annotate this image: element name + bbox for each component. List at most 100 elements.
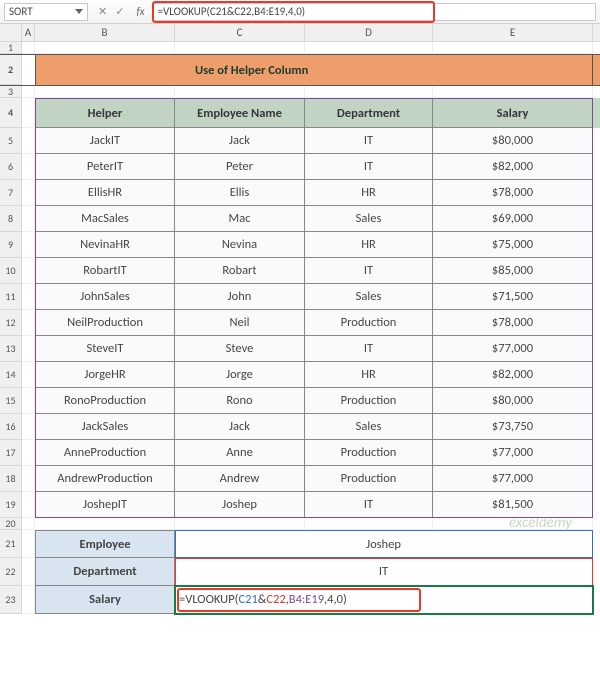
fx-icon[interactable]: fx bbox=[136, 5, 144, 18]
cell-name[interactable]: Jorge bbox=[175, 362, 305, 388]
cell-name[interactable]: Jack bbox=[175, 414, 305, 440]
cell-dept[interactable]: IT bbox=[305, 154, 433, 180]
cell-salary[interactable]: $77,000 bbox=[433, 440, 593, 466]
row-header[interactable]: 15 bbox=[0, 388, 22, 414]
cell-salary[interactable]: $77,000 bbox=[433, 466, 593, 492]
row-header[interactable]: 4 bbox=[0, 98, 22, 128]
cell-helper[interactable]: SteveIT bbox=[35, 336, 175, 362]
cell-name[interactable]: Andrew bbox=[175, 466, 305, 492]
th-helper[interactable]: Helper bbox=[35, 98, 175, 128]
row-header[interactable]: 7 bbox=[0, 180, 22, 206]
cell-helper[interactable]: NevinaHR bbox=[35, 232, 175, 258]
cell-name[interactable]: John bbox=[175, 284, 305, 310]
cell-name[interactable]: Joshep bbox=[175, 492, 305, 518]
row-header[interactable]: 18 bbox=[0, 466, 22, 492]
spreadsheet-grid[interactable]: A B C D E 1 2 Use of Helper Column 3 4 H… bbox=[0, 24, 600, 614]
cell-name[interactable]: Anne bbox=[175, 440, 305, 466]
row-header[interactable]: 2 bbox=[0, 55, 22, 85]
cell-salary[interactable]: $73,750 bbox=[433, 414, 593, 440]
cell-name[interactable]: Peter bbox=[175, 154, 305, 180]
cell-helper[interactable]: RonoProduction bbox=[35, 388, 175, 414]
cell-helper[interactable]: JackSales bbox=[35, 414, 175, 440]
row-header[interactable]: 20 bbox=[0, 518, 22, 530]
cell-salary[interactable]: $75,000 bbox=[433, 232, 593, 258]
cell-helper[interactable]: PeterIT bbox=[35, 154, 175, 180]
cell-dept[interactable]: HR bbox=[305, 180, 433, 206]
cell-name[interactable]: Rono bbox=[175, 388, 305, 414]
cell-dept[interactable]: IT bbox=[305, 336, 433, 362]
cell-helper[interactable]: JorgeHR bbox=[35, 362, 175, 388]
val-salary-formula[interactable]: =VLOOKUP(C21&C22,B4:E19,4,0) bbox=[175, 586, 593, 614]
cell-helper[interactable]: RobartIT bbox=[35, 258, 175, 284]
row-header[interactable]: 13 bbox=[0, 336, 22, 362]
th-salary[interactable]: Salary bbox=[433, 98, 593, 128]
lbl-employee[interactable]: Employee bbox=[35, 530, 175, 558]
row-header[interactable]: 12 bbox=[0, 310, 22, 336]
cell-name[interactable]: Mac bbox=[175, 206, 305, 232]
cell-name[interactable]: Nevina bbox=[175, 232, 305, 258]
cell-dept[interactable]: Sales bbox=[305, 284, 433, 310]
col-header-a[interactable]: A bbox=[22, 24, 35, 41]
cell-salary[interactable]: $85,000 bbox=[433, 258, 593, 284]
cell-helper[interactable]: JackIT bbox=[35, 128, 175, 154]
name-box[interactable]: SORT bbox=[4, 3, 88, 21]
row-header[interactable]: 21 bbox=[0, 530, 22, 558]
cell-salary[interactable]: $80,000 bbox=[433, 388, 593, 414]
accept-icon[interactable]: ✓ bbox=[115, 5, 124, 18]
th-dept[interactable]: Department bbox=[305, 98, 433, 128]
cell-helper[interactable]: EllisHR bbox=[35, 180, 175, 206]
chevron-down-icon[interactable] bbox=[75, 9, 83, 14]
cell-name[interactable]: Ellis bbox=[175, 180, 305, 206]
col-header-e[interactable]: E bbox=[433, 24, 593, 41]
cell-helper[interactable]: JohnSales bbox=[35, 284, 175, 310]
row-header[interactable]: 14 bbox=[0, 362, 22, 388]
cell-salary[interactable]: $78,000 bbox=[433, 310, 593, 336]
cell-salary[interactable]: $78,000 bbox=[433, 180, 593, 206]
row-header[interactable]: 9 bbox=[0, 232, 22, 258]
row-header[interactable]: 3 bbox=[0, 86, 22, 98]
cell-dept[interactable]: IT bbox=[305, 492, 433, 518]
cell-helper[interactable]: MacSales bbox=[35, 206, 175, 232]
row-header[interactable]: 23 bbox=[0, 586, 22, 614]
row-header[interactable]: 19 bbox=[0, 492, 22, 518]
cell-dept[interactable]: IT bbox=[305, 258, 433, 284]
cell-dept[interactable]: HR bbox=[305, 362, 433, 388]
row-header[interactable]: 8 bbox=[0, 206, 22, 232]
row-header[interactable]: 11 bbox=[0, 284, 22, 310]
val-department[interactable]: IT bbox=[175, 558, 593, 586]
cell-dept[interactable]: IT bbox=[305, 128, 433, 154]
cell-name[interactable]: Neil bbox=[175, 310, 305, 336]
row-header[interactable]: 16 bbox=[0, 414, 22, 440]
col-header-d[interactable]: D bbox=[305, 24, 433, 41]
cell-helper[interactable]: JoshepIT bbox=[35, 492, 175, 518]
cell-salary[interactable]: $77,000 bbox=[433, 336, 593, 362]
row-header[interactable]: 17 bbox=[0, 440, 22, 466]
col-header-b[interactable]: B bbox=[35, 24, 175, 41]
row-header[interactable]: 6 bbox=[0, 154, 22, 180]
cell-dept[interactable]: Production bbox=[305, 440, 433, 466]
cell-name[interactable]: Steve bbox=[175, 336, 305, 362]
cell-dept[interactable]: Sales bbox=[305, 414, 433, 440]
cell-dept[interactable]: HR bbox=[305, 232, 433, 258]
col-header-c[interactable]: C bbox=[175, 24, 305, 41]
cell-salary[interactable]: $80,000 bbox=[433, 128, 593, 154]
row-header[interactable]: 22 bbox=[0, 558, 22, 586]
cell-salary[interactable]: $82,000 bbox=[433, 362, 593, 388]
cell-dept[interactable]: Production bbox=[305, 388, 433, 414]
cell-name[interactable]: Robart bbox=[175, 258, 305, 284]
lbl-department[interactable]: Department bbox=[35, 558, 175, 586]
row-header[interactable]: 10 bbox=[0, 258, 22, 284]
row-header[interactable]: 1 bbox=[0, 42, 22, 54]
cell-helper[interactable]: AndrewProduction bbox=[35, 466, 175, 492]
row-header[interactable]: 5 bbox=[0, 128, 22, 154]
cell-salary[interactable]: $69,000 bbox=[433, 206, 593, 232]
formula-bar[interactable]: =VLOOKUP(C21&C22,B4:E19,4,0) bbox=[153, 3, 596, 21]
lbl-salary[interactable]: Salary bbox=[35, 586, 175, 614]
val-employee[interactable]: Joshep bbox=[175, 530, 593, 558]
cell-helper[interactable]: NeilProduction bbox=[35, 310, 175, 336]
cell-helper[interactable]: AnneProduction bbox=[35, 440, 175, 466]
cell-dept[interactable]: Production bbox=[305, 466, 433, 492]
cell-name[interactable]: Jack bbox=[175, 128, 305, 154]
cell-salary[interactable]: $81,500 bbox=[433, 492, 593, 518]
th-name[interactable]: Employee Name bbox=[175, 98, 305, 128]
